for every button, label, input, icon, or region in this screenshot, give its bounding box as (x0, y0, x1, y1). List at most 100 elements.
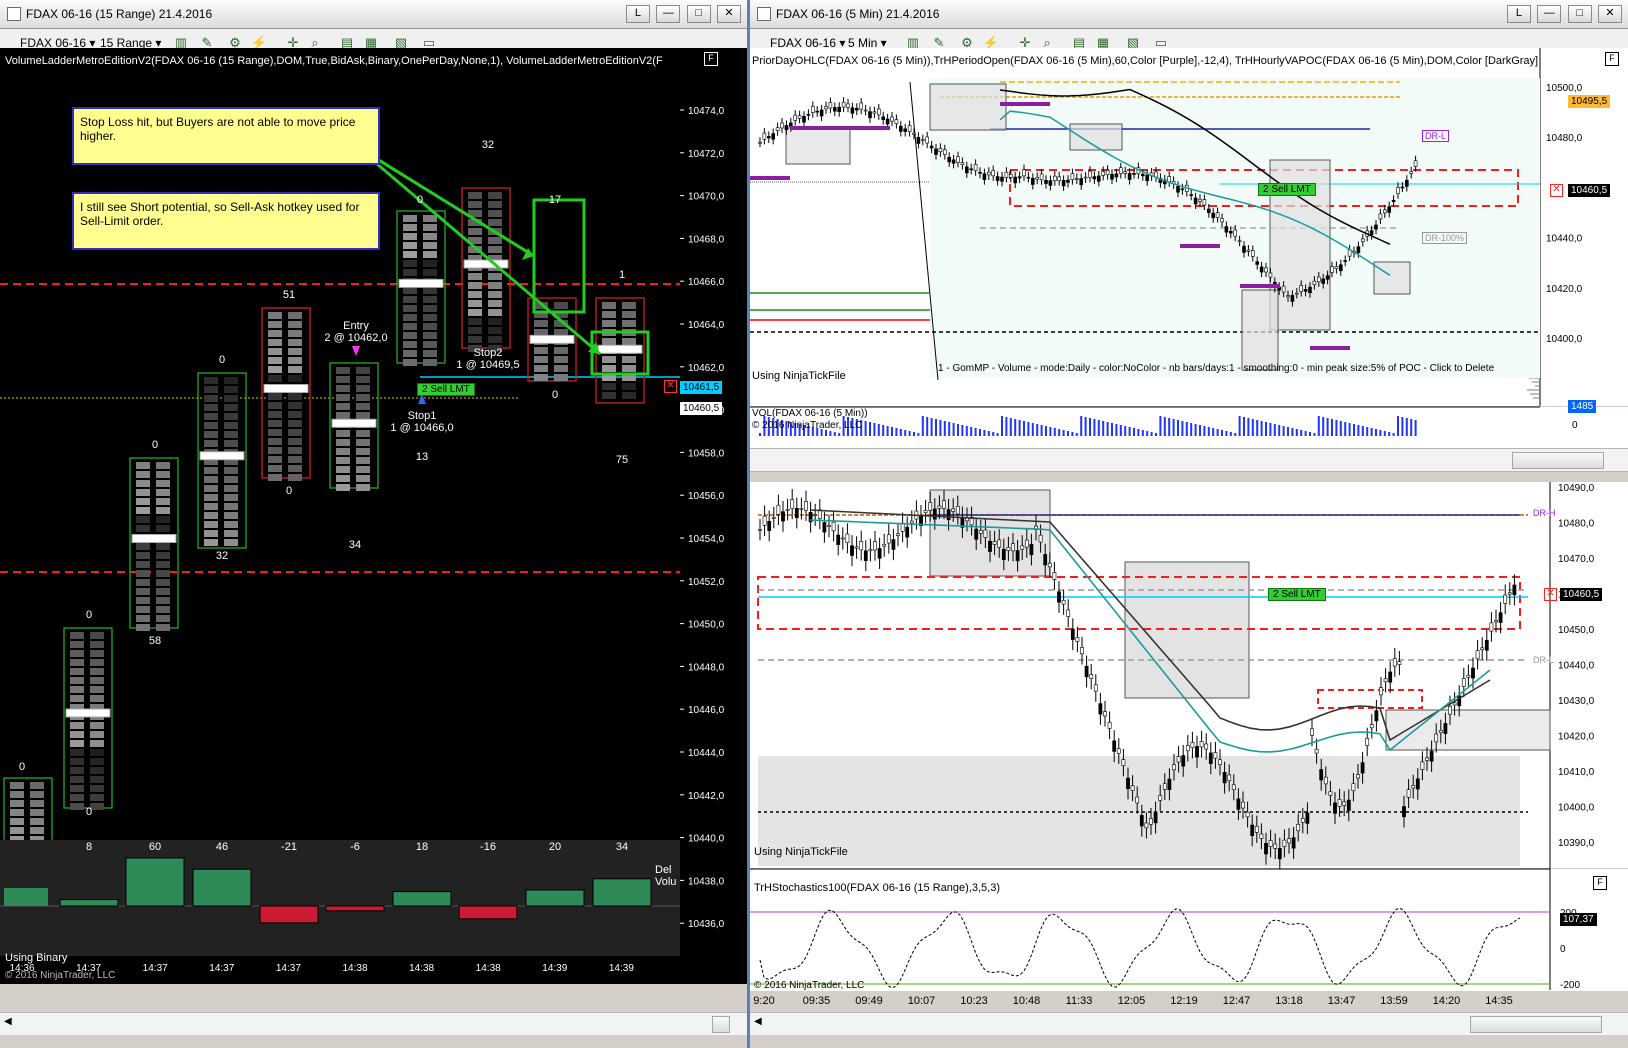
top-footer-text: Using NinjaTickFile (752, 370, 846, 382)
list-icon[interactable]: L (625, 5, 650, 23)
panel-collapse-icon[interactable]: F (1593, 876, 1607, 890)
ladder-cell-ask (423, 305, 437, 312)
ladder-cell-ask (224, 503, 238, 510)
ladder-cell-bid (268, 357, 282, 364)
candle-body (1057, 591, 1061, 603)
price-axis-label: 10462,0 (688, 363, 725, 374)
chart-window-icon (7, 7, 21, 21)
ladder-cell-ask (224, 494, 238, 501)
poc-highlight (65, 708, 111, 718)
candle-body (837, 106, 841, 113)
candle-body (1466, 675, 1471, 678)
candle-body (1333, 802, 1337, 814)
ladder-cell-ask (288, 357, 302, 364)
ladder-cell-ask (288, 465, 302, 472)
ladder-cell-bid (403, 332, 417, 339)
ladder-cell-ask (156, 552, 170, 559)
candle-body (928, 502, 933, 511)
ladder-cell-bid (70, 785, 84, 792)
ladder-cell-bid (468, 336, 482, 343)
candle-body (1116, 748, 1121, 754)
candle-body (1061, 180, 1066, 187)
candle-body (1135, 796, 1140, 804)
ladder-cell-ask (30, 791, 44, 798)
candle-body (978, 530, 983, 534)
ladder-cell-ask (423, 215, 437, 222)
candle-body (1103, 711, 1107, 717)
left-scroll-thumb[interactable] (712, 1016, 730, 1033)
ladder-cell-ask (156, 489, 170, 496)
candle-body (1434, 733, 1439, 743)
close-button[interactable]: ✕ (717, 5, 741, 23)
ladder-cell-bid (70, 722, 84, 729)
ladder-cell-bid (336, 367, 350, 374)
price-axis-label: 10440,0 (688, 834, 725, 845)
candle-body (1406, 789, 1411, 798)
candle-body (1452, 702, 1457, 706)
delta-bar (458, 905, 518, 920)
scroll-left-icon[interactable]: ◀ (4, 1016, 12, 1027)
left-horizontal-scrollbar[interactable]: ◀ (0, 1012, 747, 1035)
top-price-axis-label: 10440,0 (1546, 234, 1583, 245)
delta-value-label: 8 (86, 841, 92, 853)
top-scroll-thumb[interactable] (1512, 452, 1604, 469)
top-sell-lmt-tag[interactable]: 2 Sell LMT (1258, 183, 1316, 196)
candle-body (1080, 647, 1084, 655)
ladder-cell-ask (224, 440, 238, 447)
left-sell-lmt-tag[interactable]: 2 Sell LMT (417, 383, 475, 396)
bottom-sell-lmt-tag[interactable]: 2 Sell LMT (1268, 588, 1326, 601)
bottom-price-axis-label: 10450,0 (1558, 625, 1595, 636)
ladder-cell-bid (70, 731, 84, 738)
ladder-cell-ask (288, 330, 302, 337)
candle-body (1277, 848, 1282, 860)
candle-body (956, 156, 960, 163)
ladder-cell-bid (70, 740, 84, 747)
candle-body (1066, 179, 1070, 183)
candle-body (1204, 743, 1209, 750)
left-titlebar[interactable]: FDAX 06-16 (15 Range) 21.4.2016 L — □ ✕ (0, 0, 747, 29)
bottom-scroll-thumb[interactable] (1470, 1016, 1602, 1033)
candle-body (1079, 178, 1084, 186)
candle-body (1057, 176, 1062, 181)
cancel-order-icon[interactable]: ✕ (664, 380, 677, 393)
ladder-cell-ask (90, 632, 104, 639)
candle-body (824, 106, 828, 110)
entry-label: Entry (343, 320, 369, 332)
minimize-button[interactable]: — (656, 5, 681, 23)
ladder-cell-bid (468, 273, 482, 280)
candle-body (1374, 710, 1379, 722)
range-box (1373, 261, 1411, 295)
ladder-cell-ask (554, 374, 568, 381)
left-sell-price-tag: 10461,5 (680, 381, 723, 394)
note-stop-loss: Stop Loss hit, but Buyers are not able t… (72, 107, 380, 165)
candle-body (793, 114, 798, 121)
ladder-cell-bid (268, 474, 282, 481)
candle-body (1325, 275, 1330, 280)
candle-body (1208, 752, 1213, 764)
candle-body (1048, 180, 1053, 186)
gom-mp-text[interactable]: 1 - GomMP - Volume - mode:Daily - color:… (938, 363, 1494, 374)
ladder-cell-ask (30, 800, 44, 807)
time-label: 14:37 (143, 963, 168, 974)
panel-collapse-icon[interactable]: F (1605, 52, 1619, 66)
cancel-order-icon[interactable]: ✕ (1544, 588, 1557, 601)
candle-body (1343, 260, 1348, 262)
maximize-button[interactable]: □ (686, 5, 711, 23)
cancel-order-icon[interactable]: ✕ (1550, 184, 1563, 197)
top-price-axis-label: 10400,0 (1546, 334, 1583, 345)
candle-body (1378, 213, 1383, 220)
bottom-horizontal-scrollbar[interactable]: ◀ (750, 1012, 1628, 1035)
ladder-cell-bid (336, 484, 350, 491)
ladder-cell-bid (136, 579, 150, 586)
ladder-cell-bid (268, 375, 282, 382)
top-horizontal-scrollbar[interactable] (750, 448, 1628, 472)
candle-body (1008, 174, 1013, 178)
candle-body (1312, 280, 1317, 285)
candle-body (868, 549, 873, 552)
scroll-left-icon[interactable]: ◀ (754, 1016, 762, 1027)
ladder-cell-bid (204, 386, 218, 393)
candle-body (1017, 176, 1022, 179)
bottom-price-tag-last: 10460,5 (1560, 588, 1603, 601)
bar-total-bottom: 32 (216, 550, 228, 562)
ladder-cell-ask (622, 356, 636, 363)
